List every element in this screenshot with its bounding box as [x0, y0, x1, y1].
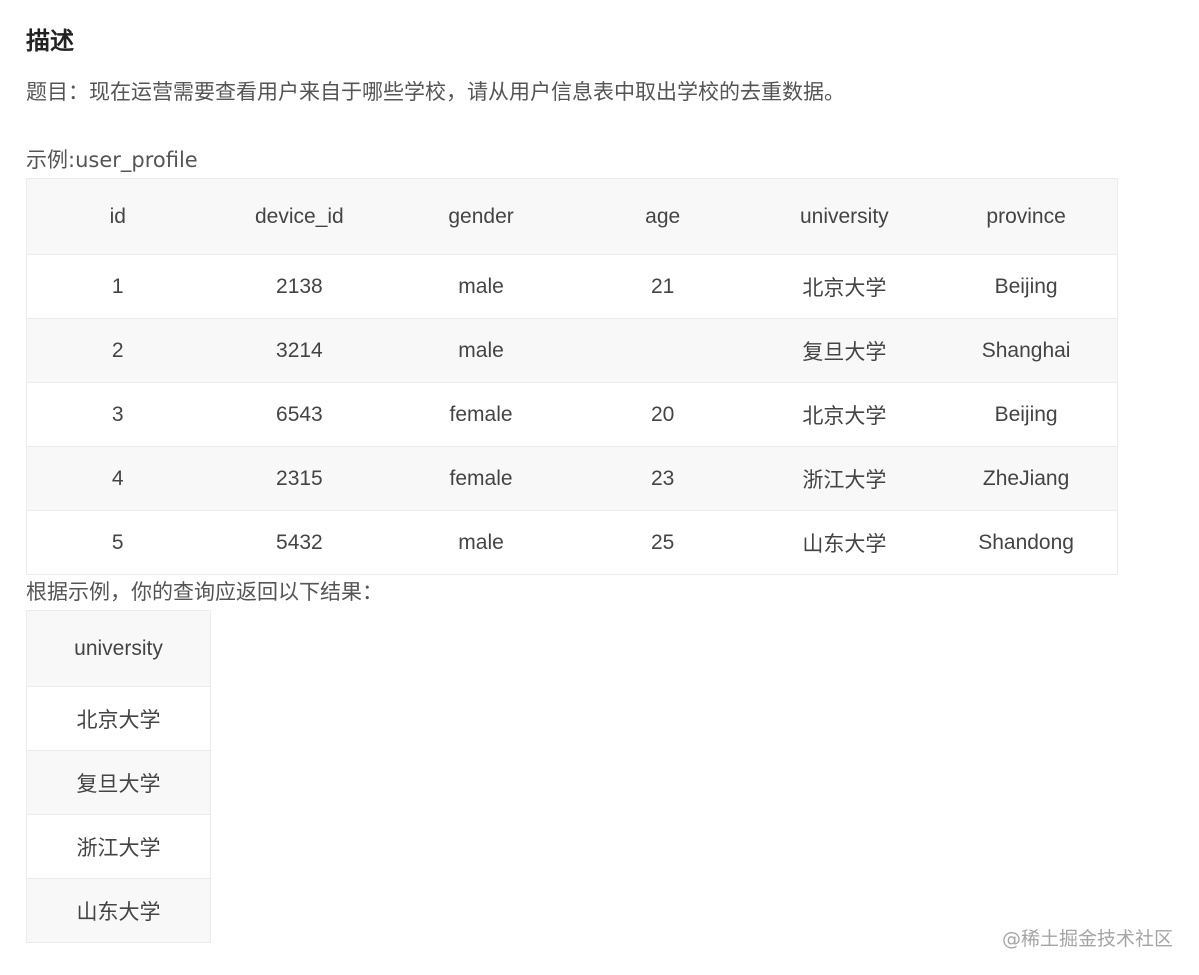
table-row: 4 2315 female 23 浙江大学 ZheJiang — [26, 446, 1118, 511]
cell-university: 复旦大学 — [26, 750, 211, 815]
cell-province: ZheJiang — [935, 446, 1118, 511]
cell-gender: male — [390, 254, 572, 319]
column-header-gender: gender — [390, 178, 572, 255]
cell-device-id: 2315 — [208, 446, 391, 511]
cell-age: 20 — [571, 382, 754, 447]
cell-id: 3 — [26, 382, 209, 447]
result-table: university 北京大学 复旦大学 浙江大学 山东大学 — [26, 610, 211, 943]
cell-university: 浙江大学 — [753, 446, 936, 511]
table-row: 山东大学 — [26, 878, 211, 943]
table-row: 浙江大学 — [26, 814, 211, 879]
cell-university: 山东大学 — [753, 510, 936, 575]
cell-age: 25 — [571, 510, 754, 575]
cell-device-id: 2138 — [208, 254, 391, 319]
cell-university: 北京大学 — [753, 382, 936, 447]
table-row: 1 2138 male 21 北京大学 Beijing — [26, 254, 1118, 319]
cell-province: Shandong — [935, 510, 1118, 575]
cell-id: 4 — [26, 446, 209, 511]
example-label: 示例:user_profile — [26, 148, 198, 172]
cell-id: 5 — [26, 510, 209, 575]
problem-statement: 题目：现在运营需要查看用户来自于哪些学校，请从用户信息表中取出学校的去重数据。 — [26, 80, 845, 104]
table-header-row: university — [26, 610, 211, 687]
cell-gender: male — [390, 510, 572, 575]
cell-university: 复旦大学 — [753, 318, 936, 383]
cell-province: Beijing — [935, 254, 1118, 319]
section-heading: 描述 — [26, 27, 74, 55]
cell-device-id: 3214 — [208, 318, 391, 383]
watermark: @稀土掘金技术社区 — [1001, 928, 1173, 950]
cell-province: Shanghai — [935, 318, 1118, 383]
cell-device-id: 6543 — [208, 382, 391, 447]
cell-gender: female — [390, 446, 572, 511]
cell-device-id: 5432 — [208, 510, 391, 575]
result-label: 根据示例，你的查询应返回以下结果： — [26, 580, 383, 604]
column-header-id: id — [26, 178, 209, 255]
table-row: 5 5432 male 25 山东大学 Shandong — [26, 510, 1118, 575]
cell-university: 北京大学 — [26, 686, 211, 751]
column-header-province: province — [935, 178, 1118, 255]
example-table: id device_id gender age university provi… — [26, 178, 1118, 575]
table-row: 2 3214 male 复旦大学 Shanghai — [26, 318, 1118, 383]
cell-university: 浙江大学 — [26, 814, 211, 879]
cell-university: 北京大学 — [753, 254, 936, 319]
table-header-row: id device_id gender age university provi… — [26, 178, 1118, 255]
table-row: 3 6543 female 20 北京大学 Beijing — [26, 382, 1118, 447]
cell-age — [571, 318, 754, 383]
cell-gender: male — [390, 318, 572, 383]
cell-age: 21 — [571, 254, 754, 319]
cell-id: 1 — [26, 254, 209, 319]
cell-id: 2 — [26, 318, 209, 383]
column-header-university: university — [26, 610, 211, 687]
table-row: 北京大学 — [26, 686, 211, 751]
column-header-university: university — [753, 178, 936, 255]
cell-university: 山东大学 — [26, 878, 211, 943]
column-header-device-id: device_id — [208, 178, 391, 255]
cell-gender: female — [390, 382, 572, 447]
cell-age: 23 — [571, 446, 754, 511]
cell-province: Beijing — [935, 382, 1118, 447]
table-row: 复旦大学 — [26, 750, 211, 815]
column-header-age: age — [571, 178, 754, 255]
